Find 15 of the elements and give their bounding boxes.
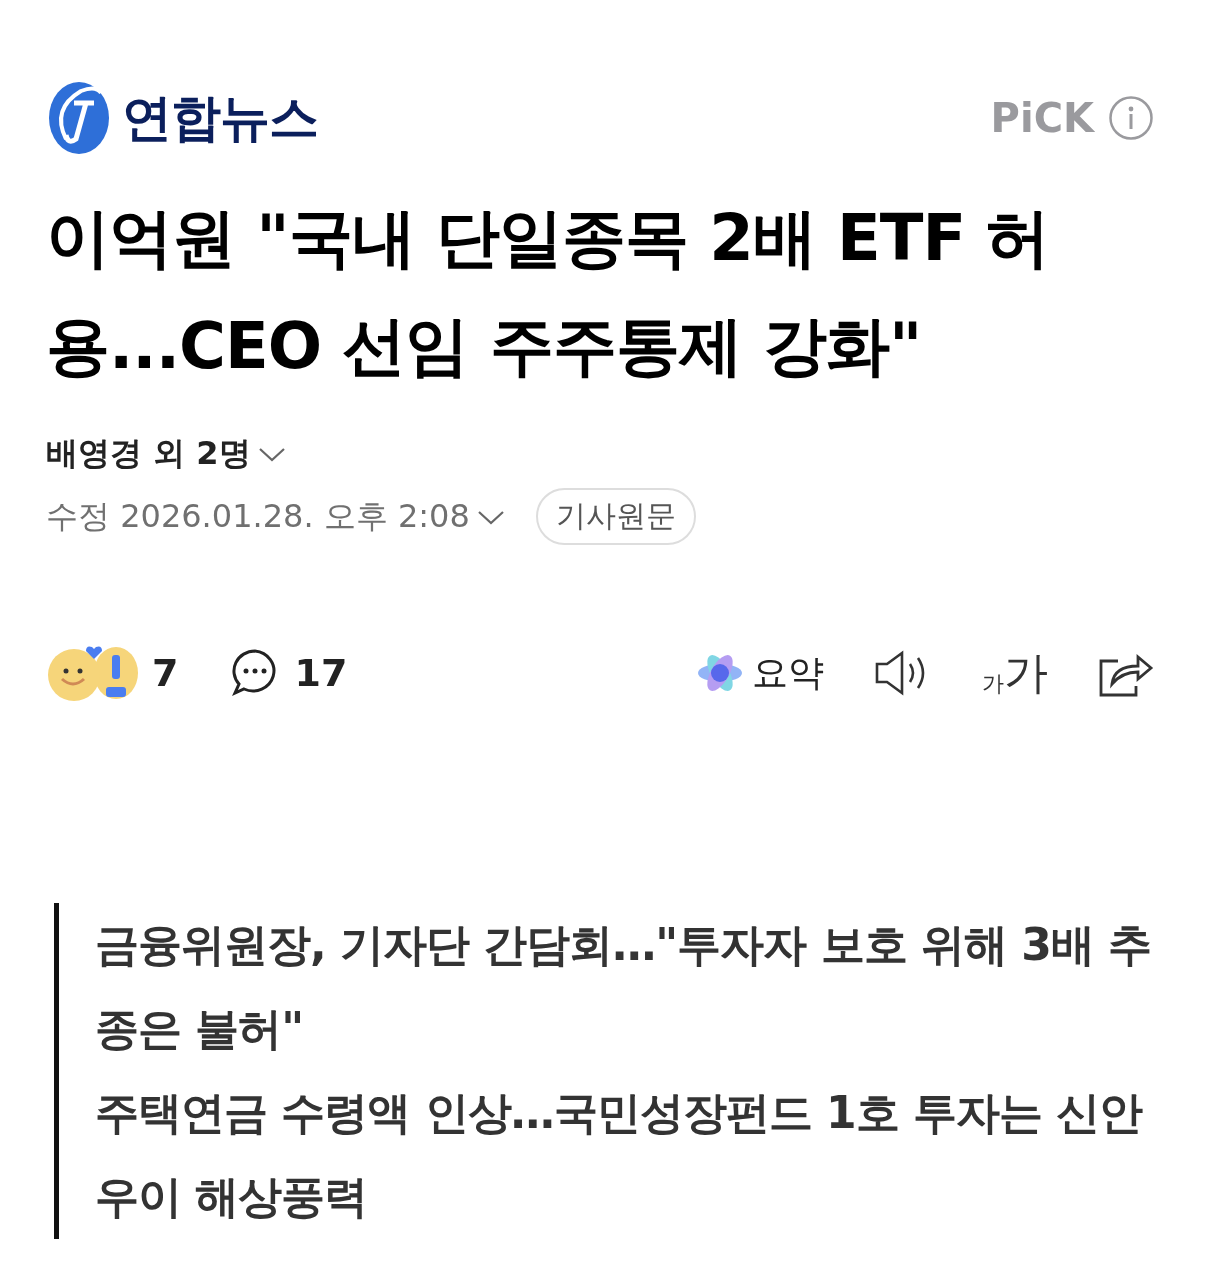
logo-text: 연합뉴스 bbox=[122, 87, 318, 149]
pick-label: PiCK bbox=[990, 95, 1094, 141]
logo-icon bbox=[46, 79, 112, 157]
related-article-link[interactable]: 금융위원장, 기자단 간담회…"투자자 보호 위해 3배 추종은 불허" bbox=[95, 903, 1154, 1071]
reaction-emoji-icon[interactable] bbox=[46, 645, 138, 701]
reaction-count: 7 bbox=[152, 651, 179, 695]
comment-count: 17 bbox=[294, 651, 348, 695]
original-article-button[interactable]: 기사원문 bbox=[535, 488, 696, 545]
info-icon[interactable] bbox=[1108, 95, 1154, 141]
date-text: 수정 2026.01.28. 오후 2:08 bbox=[46, 495, 470, 537]
headline: 이억원 "국내 단일종목 2배 ETF 허용...CEO 선임 주주통제 강화" bbox=[46, 200, 1051, 385]
font-size-button[interactable]: 가가 bbox=[982, 651, 1048, 695]
summary-button[interactable]: 요약 bbox=[696, 648, 824, 698]
author-names: 배영경 외 2명 bbox=[46, 433, 251, 474]
related-article-link[interactable]: 주택연금 수령액 인상…국민성장펀드 1호 투자는 신안우이 해상풍력 bbox=[95, 1071, 1154, 1239]
